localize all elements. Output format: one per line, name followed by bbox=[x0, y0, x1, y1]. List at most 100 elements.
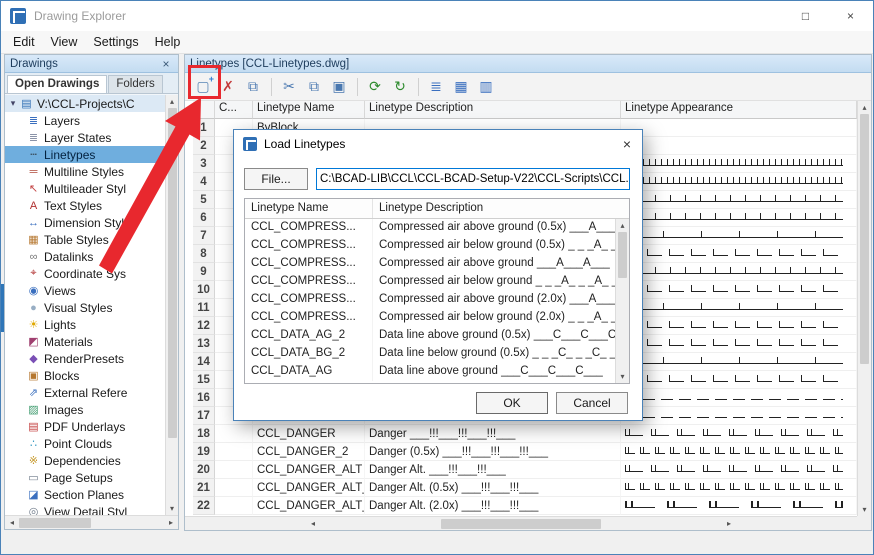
scrollbar-thumb[interactable] bbox=[860, 114, 869, 364]
scroll-down-icon[interactable]: ▾ bbox=[616, 370, 629, 383]
dialog-column-name[interactable]: Linetype Name bbox=[245, 199, 373, 218]
scrollbar-thumb[interactable] bbox=[441, 518, 601, 529]
linetype-appearance-cell[interactable] bbox=[621, 353, 857, 371]
current-cell[interactable] bbox=[215, 479, 253, 497]
linetype-name-cell[interactable]: CCL_DANGER_ALT bbox=[253, 461, 365, 479]
row-number[interactable]: 15 bbox=[193, 371, 215, 389]
maximize-button[interactable]: □ bbox=[783, 1, 828, 31]
file-button[interactable]: File... bbox=[244, 168, 308, 190]
menu-help[interactable]: Help bbox=[147, 32, 189, 52]
linetype-appearance-cell[interactable] bbox=[621, 227, 857, 245]
drawings-panel-close-icon[interactable]: × bbox=[159, 57, 173, 71]
tab-open-drawings[interactable]: Open Drawings bbox=[7, 75, 108, 93]
row-number[interactable]: 13 bbox=[193, 335, 215, 353]
dialog-list-item[interactable]: CCL_COMPRESS... Compressed air below grou… bbox=[245, 309, 629, 327]
sidebar-item-view-detail-styl[interactable]: ◎ View Detail Styl bbox=[5, 503, 165, 516]
linetype-appearance-cell[interactable] bbox=[621, 263, 857, 281]
toolbar-icons-view-button[interactable]: ▦ bbox=[449, 75, 473, 99]
column-header-description[interactable]: Linetype Description bbox=[365, 101, 621, 119]
scrollbar-thumb[interactable] bbox=[19, 517, 91, 528]
linetype-name-cell[interactable]: CCL_DANGER_2 bbox=[253, 443, 365, 461]
ok-button[interactable]: OK bbox=[476, 392, 548, 414]
grid-vertical-scrollbar[interactable]: ▴ ▾ bbox=[857, 101, 871, 516]
sidebar-item-views[interactable]: ◉ Views bbox=[5, 282, 165, 299]
sidebar-item-lights[interactable]: ☀ Lights bbox=[5, 316, 165, 333]
linetype-appearance-cell[interactable] bbox=[621, 497, 857, 515]
toolbar-cut-button[interactable]: ✂ bbox=[277, 75, 301, 99]
row-number[interactable]: 18 bbox=[193, 425, 215, 443]
dialog-column-description[interactable]: Linetype Description bbox=[373, 199, 629, 218]
row-number[interactable]: 16 bbox=[193, 389, 215, 407]
scroll-up-icon[interactable]: ▴ bbox=[858, 101, 871, 114]
scroll-right-icon[interactable]: ▸ bbox=[601, 517, 857, 530]
column-header-current[interactable]: C... bbox=[215, 101, 253, 119]
linetype-appearance-cell[interactable] bbox=[621, 299, 857, 317]
grid-horizontal-scrollbar[interactable]: ◂ ▸ bbox=[185, 516, 857, 530]
linetype-description-cell[interactable]: Danger Alt. ___!!!___!!!___ bbox=[365, 461, 621, 479]
toolbar-purge-button[interactable]: ⟳ bbox=[363, 75, 387, 99]
linetype-appearance-cell[interactable] bbox=[621, 173, 857, 191]
scroll-left-icon[interactable]: ◂ bbox=[185, 517, 441, 530]
toolbar-copy-button[interactable]: ⧉ bbox=[302, 75, 326, 99]
linetype-appearance-cell[interactable] bbox=[621, 389, 857, 407]
row-number[interactable]: 12 bbox=[193, 317, 215, 335]
linetype-name-cell[interactable]: CCL_DANGER bbox=[253, 425, 365, 443]
menu-view[interactable]: View bbox=[43, 32, 86, 52]
linetype-appearance-cell[interactable] bbox=[621, 479, 857, 497]
dialog-list-item[interactable]: CCL_DATA_AG_2 Data line above ground (0.5… bbox=[245, 327, 629, 345]
scroll-right-icon[interactable]: ▸ bbox=[164, 516, 178, 530]
row-number[interactable]: 14 bbox=[193, 353, 215, 371]
sidebar-item-pdf-underlays[interactable]: ▤ PDF Underlays bbox=[5, 418, 165, 435]
close-button[interactable]: × bbox=[828, 1, 873, 31]
row-number[interactable]: 20 bbox=[193, 461, 215, 479]
cancel-button[interactable]: Cancel bbox=[556, 392, 628, 414]
linetype-appearance-cell[interactable] bbox=[621, 155, 857, 173]
sidebar-item-materials[interactable]: ◩ Materials bbox=[5, 333, 165, 350]
collapse-icon[interactable]: ▾ bbox=[7, 98, 19, 109]
dialog-vertical-scrollbar[interactable]: ▴ ▾ bbox=[615, 219, 629, 383]
toolbar-details-view-button[interactable]: ≣ bbox=[424, 75, 448, 99]
dialog-list-item[interactable]: CCL_COMPRESS... Compressed air above grou… bbox=[245, 291, 629, 309]
file-path-input[interactable]: C:\BCAD-LIB\CCL\CCL-BCAD-Setup-V22\CCL-S… bbox=[316, 168, 630, 190]
dialog-close-icon[interactable]: × bbox=[612, 130, 642, 158]
menu-edit[interactable]: Edit bbox=[5, 32, 43, 52]
linetype-description-cell[interactable]: Danger Alt. (2.0x) ___!!!___!!!___ bbox=[365, 497, 621, 515]
linetype-name-cell[interactable]: CCL_DANGER_ALT_2 bbox=[253, 479, 365, 497]
sidebar-item-external-refere[interactable]: ⇗ External Refere bbox=[5, 384, 165, 401]
column-header-appearance[interactable]: Linetype Appearance bbox=[621, 101, 857, 119]
current-cell[interactable] bbox=[215, 443, 253, 461]
linetype-description-cell[interactable]: Danger Alt. (0.5x) ___!!!___!!!___ bbox=[365, 479, 621, 497]
scroll-up-icon[interactable]: ▴ bbox=[616, 219, 629, 232]
linetype-appearance-cell[interactable] bbox=[621, 317, 857, 335]
dialog-list-item[interactable]: CCL_COMPRESS... Compressed air below grou… bbox=[245, 273, 629, 291]
toolbar-columns-view-button[interactable]: ▥ bbox=[474, 75, 498, 99]
dialog-titlebar[interactable]: Load Linetypes × bbox=[234, 130, 642, 158]
sidebar-item-blocks[interactable]: ▣ Blocks bbox=[5, 367, 165, 384]
row-number[interactable]: 21 bbox=[193, 479, 215, 497]
sidebar-item-renderpresets[interactable]: ◆ RenderPresets bbox=[5, 350, 165, 367]
sidebar-item-point-clouds[interactable]: ∴ Point Clouds bbox=[5, 435, 165, 452]
tree-horizontal-scrollbar[interactable]: ◂ ▸ bbox=[5, 515, 178, 529]
column-header-name[interactable]: Linetype Name bbox=[253, 101, 365, 119]
dialog-list-item[interactable]: CCL_COMPRESS... Compressed air below grou… bbox=[245, 237, 629, 255]
linetype-appearance-cell[interactable] bbox=[621, 191, 857, 209]
sidebar-item-images[interactable]: ▨ Images bbox=[5, 401, 165, 418]
menu-settings[interactable]: Settings bbox=[85, 32, 146, 52]
row-number[interactable]: 19 bbox=[193, 443, 215, 461]
sidebar-item-section-planes[interactable]: ◪ Section Planes bbox=[5, 486, 165, 503]
linetype-description-cell[interactable]: Danger (0.5x) ___!!!___!!!___!!!___ bbox=[365, 443, 621, 461]
dialog-list-item[interactable]: CCL_DATA_BG_2 Data line below ground (0.5… bbox=[245, 345, 629, 363]
toolbar-paste-button[interactable]: ▣ bbox=[327, 75, 351, 99]
sidebar-item-visual-styles[interactable]: ● Visual Styles bbox=[5, 299, 165, 316]
linetype-appearance-cell[interactable] bbox=[621, 245, 857, 263]
linetype-appearance-cell[interactable] bbox=[621, 119, 857, 137]
dialog-list-item[interactable]: CCL_COMPRESS... Compressed air above grou… bbox=[245, 255, 629, 273]
linetype-appearance-cell[interactable] bbox=[621, 461, 857, 479]
scroll-down-icon[interactable]: ▾ bbox=[858, 503, 871, 516]
row-number[interactable]: 10 bbox=[193, 281, 215, 299]
linetype-appearance-cell[interactable] bbox=[621, 281, 857, 299]
row-number[interactable]: 17 bbox=[193, 407, 215, 425]
sidebar-item-page-setups[interactable]: ▭ Page Setups bbox=[5, 469, 165, 486]
row-number[interactable]: 22 bbox=[193, 497, 215, 515]
dialog-list-item[interactable]: CCL_DATA_AG Data line above ground ___C__… bbox=[245, 363, 629, 381]
